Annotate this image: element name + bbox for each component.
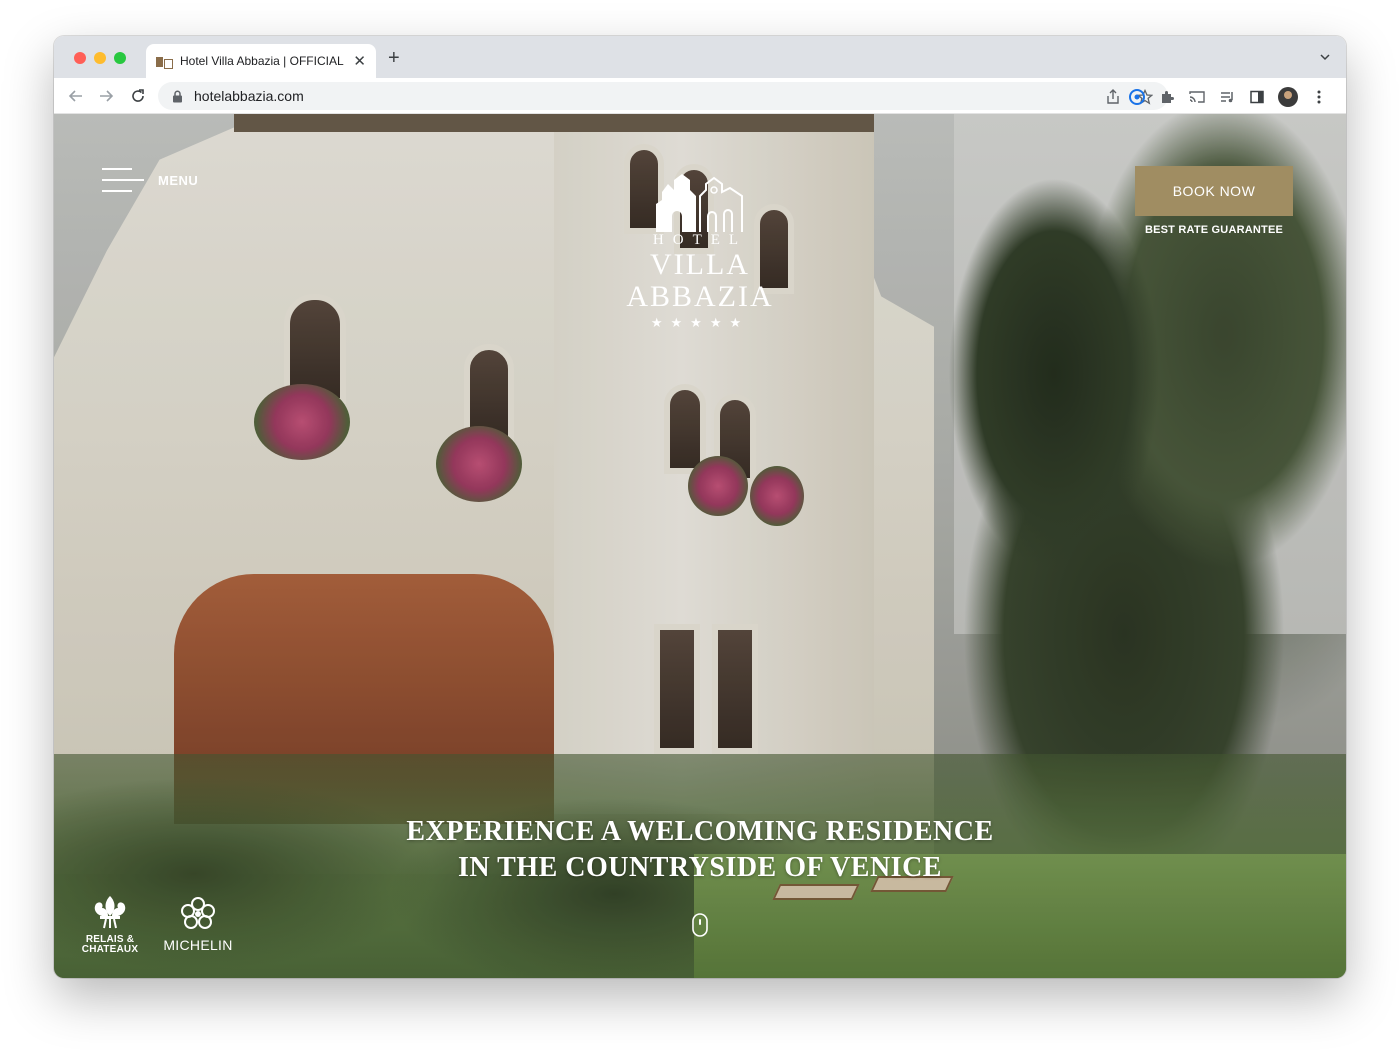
hero-section: MENU HOTEL VILLA ABBAZIA ★★★★★ BOOK NOW …	[54, 114, 1346, 978]
hero-headline-line-2: IN THE COUNTRYSIDE OF VENICE	[458, 852, 942, 883]
cast-icon[interactable]	[1188, 88, 1206, 106]
hero-headline: EXPERIENCE A WELCOMING RESIDENCE IN THE …	[300, 814, 1100, 886]
michelin-flower-icon	[181, 897, 215, 929]
hamburger-menu-icon	[102, 166, 144, 194]
book-now-button[interactable]: BOOK NOW	[1135, 166, 1293, 216]
best-rate-guarantee-link[interactable]: BEST RATE GUARANTEE	[1135, 224, 1293, 236]
extensions-puzzle-icon[interactable]	[1158, 88, 1176, 106]
villa-logo-icon	[656, 174, 743, 232]
logo-hotel-word: HOTEL	[652, 232, 748, 248]
new-tab-button[interactable]: +	[388, 48, 400, 68]
michelin-label: MICHELIN	[163, 937, 233, 953]
tab-close-icon[interactable]: ✕	[353, 52, 366, 70]
scroll-down-mouse-icon[interactable]	[691, 912, 709, 938]
browser-window: Hotel Villa Abbazia | OFFICIAL ✕ + hotel…	[54, 36, 1346, 978]
tab-search-chevron-icon[interactable]	[1320, 52, 1330, 62]
hotel-logo[interactable]: HOTEL VILLA ABBAZIA ★★★★★	[574, 170, 826, 331]
browser-tab[interactable]: Hotel Villa Abbazia | OFFICIAL ✕	[146, 44, 376, 78]
reload-icon[interactable]	[128, 86, 148, 106]
minimize-window-button[interactable]	[94, 52, 106, 64]
menu-button[interactable]: MENU	[102, 166, 198, 194]
menu-label: MENU	[158, 172, 199, 188]
logo-hotel-name: VILLA ABBAZIA	[626, 248, 774, 313]
close-window-button[interactable]	[74, 52, 86, 64]
tab-title: Hotel Villa Abbazia | OFFICIAL	[180, 54, 344, 68]
lock-icon[interactable]	[172, 89, 184, 103]
side-panel-icon[interactable]	[1248, 88, 1266, 106]
relais-label-line-2: CHATEAUX	[81, 944, 139, 955]
logo-stars: ★★★★★	[650, 315, 750, 330]
fleur-de-lis-icon	[94, 896, 126, 929]
share-icon[interactable]	[1104, 88, 1122, 106]
back-arrow-icon[interactable]	[66, 86, 86, 106]
password-extension-icon[interactable]	[1128, 88, 1146, 106]
michelin-badge[interactable]: MICHELIN	[162, 896, 234, 953]
url-text: hotelabbazia.com	[194, 88, 304, 104]
site-favicon-icon	[156, 55, 173, 69]
maximize-window-button[interactable]	[114, 52, 126, 64]
profile-avatar[interactable]	[1278, 87, 1298, 107]
tab-strip: Hotel Villa Abbazia | OFFICIAL ✕ +	[54, 36, 1346, 78]
forward-arrow-icon[interactable]	[96, 86, 116, 106]
address-bar[interactable]: hotelabbazia.com	[158, 82, 1168, 110]
relais-chateaux-badge[interactable]: RELAIS & CHATEAUX	[78, 894, 142, 955]
browser-menu-kebab-icon[interactable]	[1310, 88, 1328, 106]
browser-toolbar: hotelabbazia.com	[54, 78, 1346, 114]
media-queue-icon[interactable]	[1218, 88, 1236, 106]
hero-headline-line-1: EXPERIENCE A WELCOMING RESIDENCE	[406, 816, 994, 847]
